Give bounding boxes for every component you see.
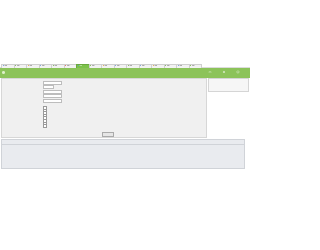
checkbox[interactable] (43, 124, 47, 128)
info-box (208, 78, 249, 92)
submit-button[interactable] (102, 132, 114, 137)
monitor-icon[interactable]: ▭ (208, 70, 212, 74)
form-panel (1, 78, 207, 138)
app-header: ▭ ⚙ ☺ (0, 68, 250, 78)
logo-icon (1, 71, 5, 74)
form-input[interactable] (43, 98, 62, 103)
details-panel (1, 139, 245, 169)
user-icon[interactable]: ☺ (236, 70, 240, 74)
tools-icon[interactable]: ⚙ (222, 70, 226, 74)
